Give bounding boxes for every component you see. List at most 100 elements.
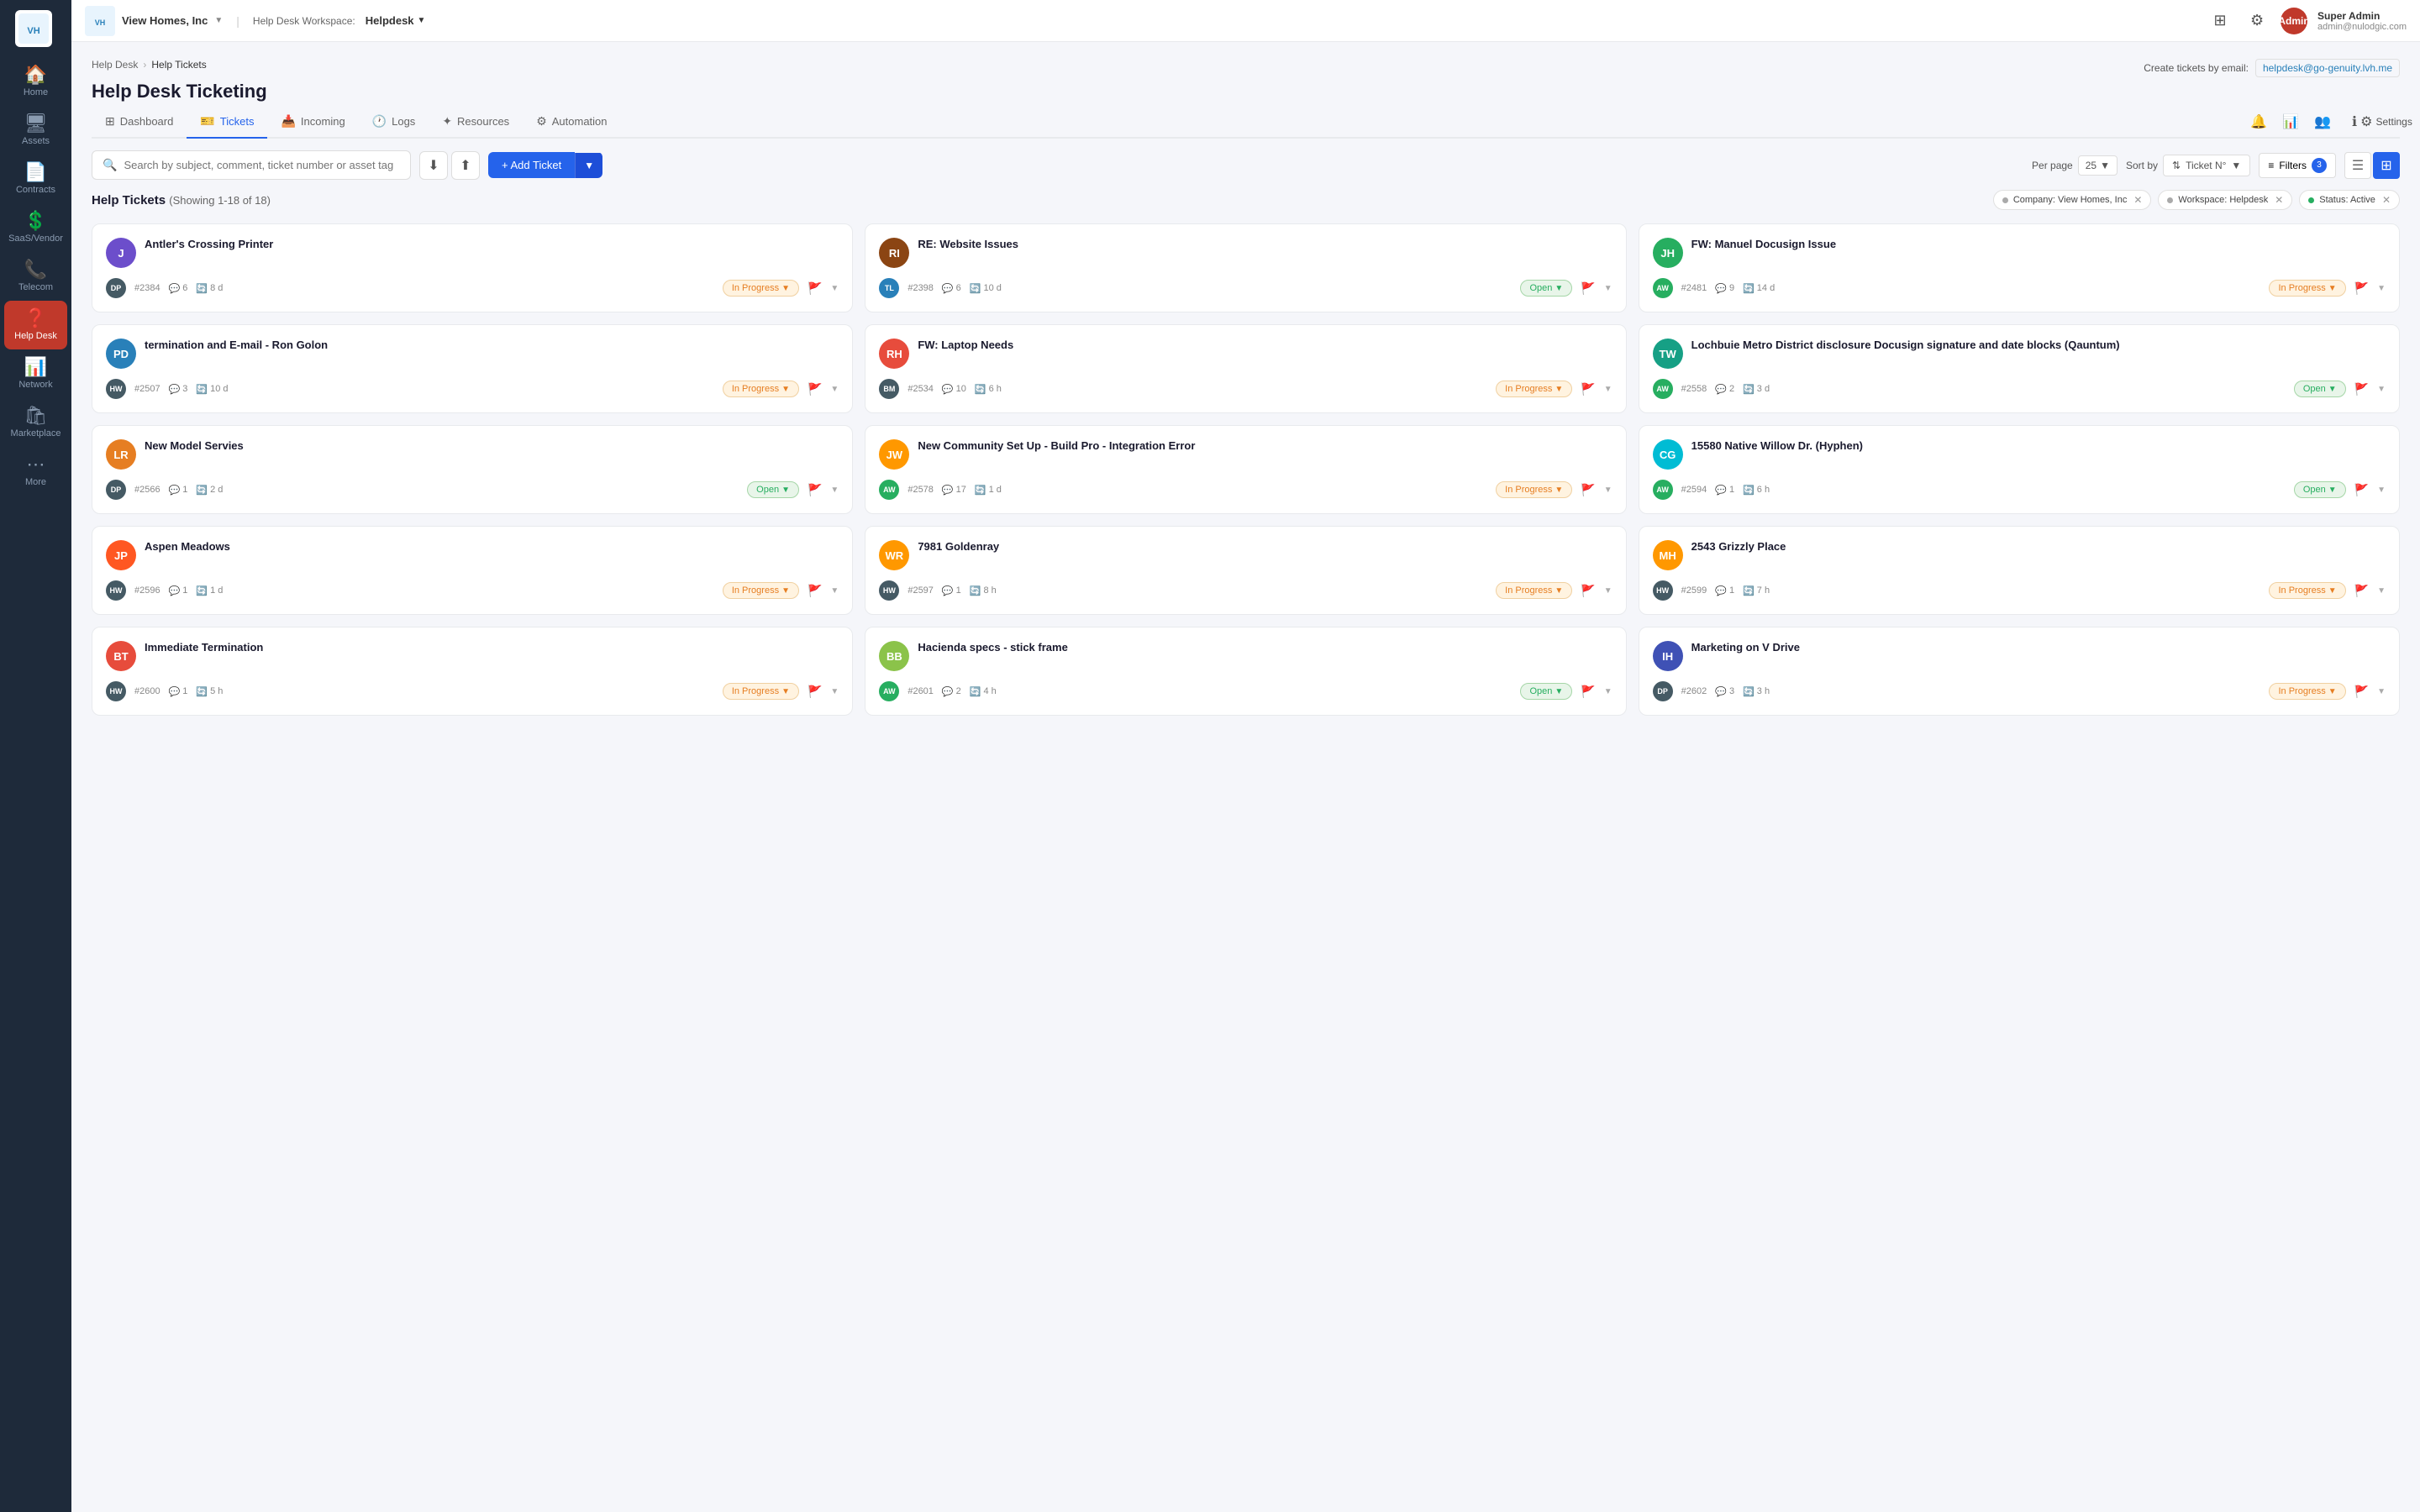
tab-automation[interactable]: ⚙ Automation xyxy=(523,106,620,139)
download-btn[interactable]: ⬇ xyxy=(419,151,448,180)
search-input[interactable] xyxy=(124,159,400,171)
grid-view-btn[interactable]: ⊞ xyxy=(2373,152,2400,179)
flag-dropdown-icon[interactable]: ▼ xyxy=(830,687,839,696)
status-badge[interactable]: In Progress ▼ xyxy=(723,280,799,297)
per-page-select[interactable]: 25 ▼ xyxy=(2078,155,2118,176)
filter-status-remove[interactable]: ✕ xyxy=(2382,194,2391,206)
status-dropdown-icon[interactable]: ▼ xyxy=(2328,687,2337,696)
ticket-card[interactable]: JP Aspen Meadows HW #2596 💬 1 🔄 1 d In P… xyxy=(92,526,853,615)
status-badge[interactable]: In Progress ▼ xyxy=(1496,582,1572,599)
apps-icon[interactable]: ⊞ xyxy=(2207,8,2233,34)
status-badge[interactable]: In Progress ▼ xyxy=(723,683,799,700)
flag-button[interactable]: 🚩 xyxy=(1581,584,1595,598)
flag-dropdown-icon[interactable]: ▼ xyxy=(2377,284,2386,293)
flag-dropdown-icon[interactable]: ▼ xyxy=(1604,486,1612,495)
status-dropdown-icon[interactable]: ▼ xyxy=(781,687,790,696)
status-dropdown-icon[interactable]: ▼ xyxy=(1555,385,1563,394)
status-dropdown-icon[interactable]: ▼ xyxy=(2328,385,2337,394)
flag-dropdown-icon[interactable]: ▼ xyxy=(830,385,839,394)
flag-dropdown-icon[interactable]: ▼ xyxy=(2377,687,2386,696)
status-badge[interactable]: Open ▼ xyxy=(747,481,799,498)
flag-button[interactable]: 🚩 xyxy=(808,382,822,396)
status-dropdown-icon[interactable]: ▼ xyxy=(2328,486,2337,495)
status-dropdown-icon[interactable]: ▼ xyxy=(2328,284,2337,293)
tab-resources[interactable]: ✦ Resources xyxy=(429,106,523,139)
company-selector[interactable]: VH View Homes, Inc ▼ xyxy=(85,6,223,36)
status-dropdown-icon[interactable]: ▼ xyxy=(2328,586,2337,596)
ticket-card[interactable]: TW Lochbuie Metro District disclosure Do… xyxy=(1639,324,2400,413)
flag-dropdown-icon[interactable]: ▼ xyxy=(830,284,839,293)
status-dropdown-icon[interactable]: ▼ xyxy=(781,385,790,394)
flag-button[interactable]: 🚩 xyxy=(808,685,822,699)
status-dropdown-icon[interactable]: ▼ xyxy=(1555,586,1563,596)
tab-dashboard[interactable]: ⊞ Dashboard xyxy=(92,106,187,139)
ticket-card[interactable]: LR New Model Servies DP #2566 💬 1 🔄 2 d … xyxy=(92,425,853,514)
flag-dropdown-icon[interactable]: ▼ xyxy=(2377,385,2386,394)
filter-workspace-remove[interactable]: ✕ xyxy=(2275,194,2283,206)
filters-button[interactable]: ≡ Filters 3 xyxy=(2259,153,2336,178)
sidebar-item-assets[interactable]: 🖥 Assets xyxy=(4,106,67,155)
status-badge[interactable]: In Progress ▼ xyxy=(723,381,799,397)
flag-dropdown-icon[interactable]: ▼ xyxy=(1604,586,1612,596)
ticket-card[interactable]: IH Marketing on V Drive DP #2602 💬 3 🔄 3… xyxy=(1639,627,2400,716)
flag-button[interactable]: 🚩 xyxy=(1581,281,1595,296)
status-badge[interactable]: Open ▼ xyxy=(1520,280,1572,297)
sidebar-item-network[interactable]: 📊 Network xyxy=(4,349,67,398)
status-badge[interactable]: Open ▼ xyxy=(2294,481,2346,498)
status-badge[interactable]: In Progress ▼ xyxy=(723,582,799,599)
flag-dropdown-icon[interactable]: ▼ xyxy=(2377,486,2386,495)
sidebar-item-help-desk[interactable]: ❓ Help Desk xyxy=(4,301,67,349)
tab-tickets[interactable]: 🎫 Tickets xyxy=(187,106,267,139)
status-badge[interactable]: Open ▼ xyxy=(2294,381,2346,397)
flag-dropdown-icon[interactable]: ▼ xyxy=(1604,385,1612,394)
status-dropdown-icon[interactable]: ▼ xyxy=(1555,486,1563,495)
flag-button[interactable]: 🚩 xyxy=(1581,483,1595,497)
flag-button[interactable]: 🚩 xyxy=(2354,382,2369,396)
flag-button[interactable]: 🚩 xyxy=(808,483,822,497)
list-view-btn[interactable]: ☰ xyxy=(2344,152,2371,179)
tab-incoming[interactable]: 📥 Incoming xyxy=(267,106,358,139)
ticket-card[interactable]: BB Hacienda specs - stick frame AW #2601… xyxy=(865,627,1626,716)
flag-button[interactable]: 🚩 xyxy=(2354,584,2369,598)
tab-logs[interactable]: 🕐 Logs xyxy=(359,106,429,139)
status-badge[interactable]: In Progress ▼ xyxy=(2269,582,2345,599)
settings-action[interactable]: ⚙ Settings xyxy=(2373,108,2400,135)
team-action-icon[interactable]: 👥 xyxy=(2309,108,2336,135)
sidebar-item-telecom[interactable]: 📞 Telecom xyxy=(4,252,67,301)
flag-dropdown-icon[interactable]: ▼ xyxy=(2377,586,2386,596)
flag-button[interactable]: 🚩 xyxy=(2354,483,2369,497)
settings-icon[interactable]: ⚙ xyxy=(2244,8,2270,34)
search-box[interactable]: 🔍 xyxy=(92,150,411,180)
sidebar-item-home[interactable]: 🏠 Home xyxy=(4,57,67,106)
status-dropdown-icon[interactable]: ▼ xyxy=(1555,687,1563,696)
workspace-selector[interactable]: Helpdesk ▼ xyxy=(366,14,426,27)
status-dropdown-icon[interactable]: ▼ xyxy=(781,284,790,293)
ticket-card[interactable]: BT Immediate Termination HW #2600 💬 1 🔄 … xyxy=(92,627,853,716)
flag-dropdown-icon[interactable]: ▼ xyxy=(1604,284,1612,293)
flag-dropdown-icon[interactable]: ▼ xyxy=(1604,687,1612,696)
add-ticket-button[interactable]: + Add Ticket xyxy=(488,152,575,178)
status-badge[interactable]: In Progress ▼ xyxy=(1496,481,1572,498)
sidebar-item-more[interactable]: ⋯ More xyxy=(4,447,67,496)
flag-button[interactable]: 🚩 xyxy=(1581,685,1595,699)
status-badge[interactable]: In Progress ▼ xyxy=(2269,683,2345,700)
add-ticket-dropdown[interactable]: ▼ xyxy=(575,153,602,178)
ticket-card[interactable]: JH FW: Manuel Docusign Issue AW #2481 💬 … xyxy=(1639,223,2400,312)
ticket-card[interactable]: CG 15580 Native Willow Dr. (Hyphen) AW #… xyxy=(1639,425,2400,514)
flag-button[interactable]: 🚩 xyxy=(1581,382,1595,396)
ticket-card[interactable]: JW New Community Set Up - Build Pro - In… xyxy=(865,425,1626,514)
ticket-card[interactable]: MH 2543 Grizzly Place HW #2599 💬 1 🔄 7 h… xyxy=(1639,526,2400,615)
email-value[interactable]: helpdesk@go-genuity.lvh.me xyxy=(2255,59,2400,77)
chart-action-icon[interactable]: 📊 xyxy=(2277,108,2304,135)
company-dropdown-icon[interactable]: ▼ xyxy=(214,16,223,25)
status-dropdown-icon[interactable]: ▼ xyxy=(1555,284,1563,293)
sort-by-button[interactable]: ⇅ Ticket N° ▼ xyxy=(2163,155,2250,176)
ticket-card[interactable]: J Antler's Crossing Printer DP #2384 💬 6… xyxy=(92,223,853,312)
ticket-card[interactable]: WR 7981 Goldenray HW #2597 💬 1 🔄 8 h In … xyxy=(865,526,1626,615)
breadcrumb-help-desk[interactable]: Help Desk xyxy=(92,59,138,71)
ticket-card[interactable]: RH FW: Laptop Needs BM #2534 💬 10 🔄 6 h … xyxy=(865,324,1626,413)
sidebar-item-contracts[interactable]: 📄 Contracts xyxy=(4,155,67,203)
flag-button[interactable]: 🚩 xyxy=(808,281,822,296)
flag-button[interactable]: 🚩 xyxy=(808,584,822,598)
status-dropdown-icon[interactable]: ▼ xyxy=(781,586,790,596)
